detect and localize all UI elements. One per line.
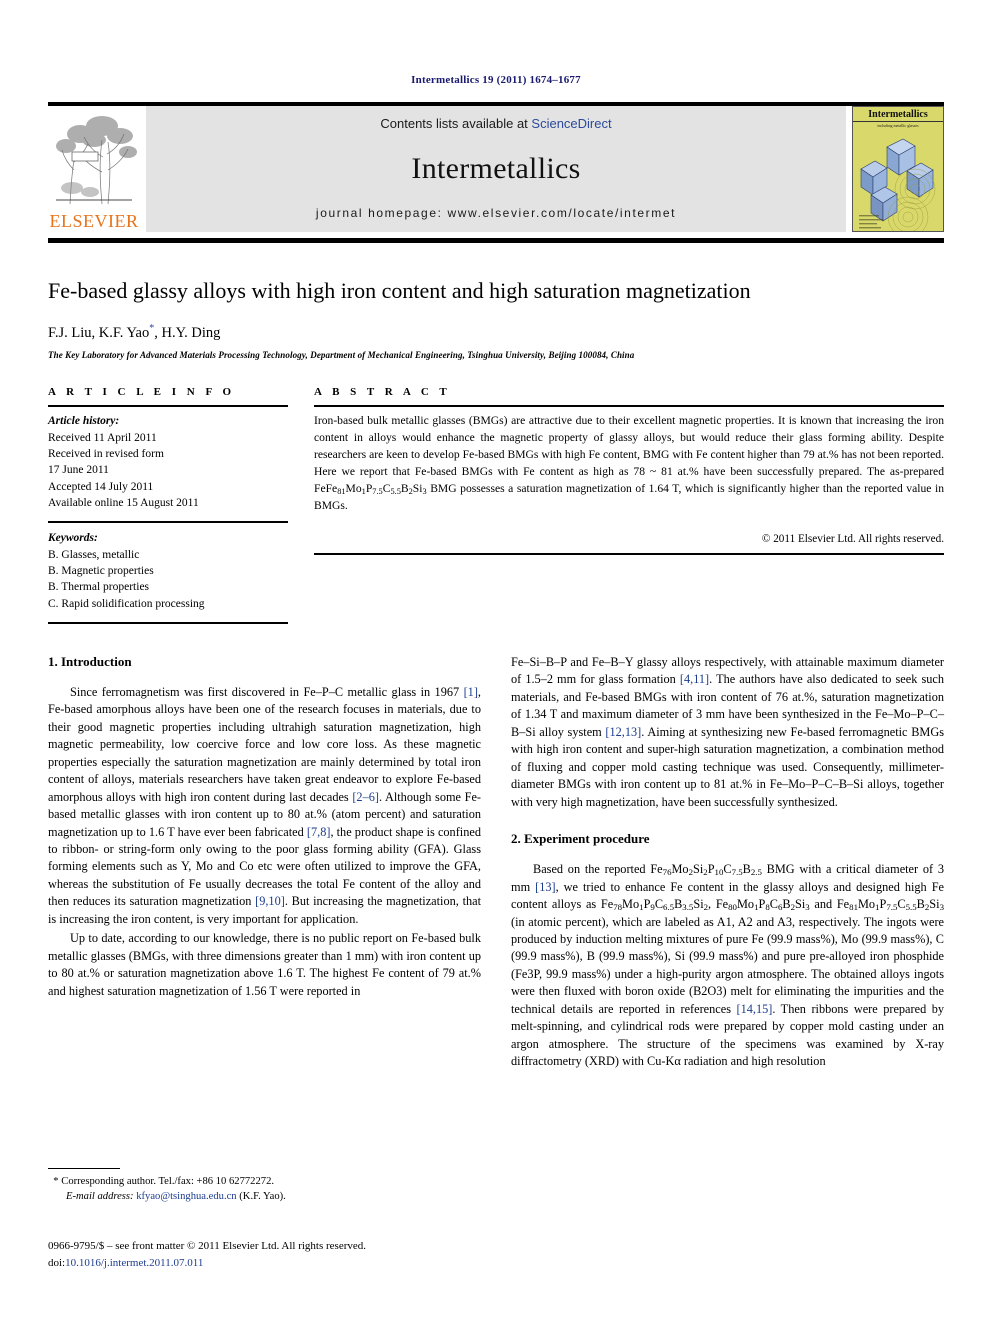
contents-available-line: Contents lists available at ScienceDirec… [380, 116, 611, 131]
affiliation: The Key Laboratory for Advanced Material… [48, 350, 635, 361]
citation-ref[interactable]: [7,8] [307, 825, 331, 839]
citation-ref[interactable]: [9,10] [255, 894, 285, 908]
citation-ref[interactable]: [12,13] [605, 725, 641, 739]
journal-band: Contents lists available at ScienceDirec… [146, 106, 846, 232]
page-title: Fe-based glassy alloys with high iron co… [48, 278, 751, 303]
formula-fe80: Fe80Mo1P8C6B2Si3 [715, 896, 810, 912]
footnote-rule [48, 1168, 120, 1169]
footnote-marker: * [53, 1176, 59, 1187]
journal-name: Intermetallics [411, 151, 581, 185]
cover-artwork [859, 138, 936, 231]
elsevier-logo: ELSEVIER [48, 106, 140, 232]
corresponding-text: Corresponding author. Tel./fax: +86 10 6… [61, 1176, 275, 1187]
text-run: , Fe-based amorphous alloys have been on… [48, 684, 481, 804]
text-run: and [809, 896, 837, 911]
email-owner: (K.F. Yao). [239, 1191, 286, 1203]
abstract-formula: Fe81Mo1P7.5C5.5B2Si3 [325, 482, 427, 496]
history-item: Available online 15 August 2011 [48, 496, 199, 509]
keywords-label: Keywords: [48, 532, 98, 545]
text-run: Based on the reported [533, 862, 651, 877]
corresponding-author-note: * Corresponding author. Tel./fax: +86 10… [48, 1174, 488, 1189]
formula-fe78: Fe78Mo1P9C6.5B3.5Si2 [600, 896, 709, 912]
history-item: Accepted 14 July 2011 [48, 480, 154, 493]
issn-doi-block: 0966-9795/$ – see front matter © 2011 El… [48, 1238, 508, 1271]
history-item: Received 11 April 2011 [48, 431, 157, 444]
issn-line: 0966-9795/$ – see front matter © 2011 El… [48, 1240, 367, 1252]
author-list: F.J. Liu, K.F. Yao*, H.Y. Ding [48, 323, 944, 342]
journal-masthead: ELSEVIER Contents lists available at Sci… [48, 102, 944, 232]
citation-ref[interactable]: [2–6] [352, 790, 379, 804]
abstract-heading: A B S T R A C T [314, 386, 451, 399]
citation-ref[interactable]: [4,11] [680, 672, 709, 686]
history-item: 17 June 2011 [48, 464, 109, 477]
keyword-item: B. Thermal properties [48, 581, 150, 594]
keyword-item: C. Rapid solidification processing [48, 597, 205, 610]
cover-subtitle: including metallic glasses [877, 123, 919, 128]
citation-ref[interactable]: [13] [535, 880, 556, 894]
intro-paragraph-2: Up to date, according to our knowledge, … [48, 931, 481, 998]
article-info-heading: A R T I C L E I N F O [48, 386, 236, 399]
paper-page: Intermetallics 19 (2011) 1674–1677 ELSEV… [0, 0, 992, 1323]
masthead-bottom-rule [48, 238, 944, 243]
history-item: Received in revised form [48, 447, 164, 460]
email-link[interactable]: kfyao@tsinghua.edu.cn [136, 1191, 236, 1202]
intro-paragraph-continued: Fe–Si–B–P and Fe–B–Y glassy alloys respe… [511, 654, 944, 811]
abstract-body-wrap: Iron-based bulk metallic glasses (BMGs) … [314, 405, 944, 555]
email-note: E-mail address: kfyao@tsinghua.edu.cn (K… [48, 1189, 488, 1204]
doi-link[interactable]: 10.1016/j.intermet.2011.07.011 [65, 1257, 203, 1269]
info-abstract-section: A R T I C L E I N F O Article history: R… [48, 386, 944, 624]
intro-paragraph-1: Since ferromagnetism was first discovere… [48, 684, 481, 928]
footnote-area: * Corresponding author. Tel./fax: +86 10… [48, 1168, 488, 1205]
elsevier-wordmark: ELSEVIER [49, 211, 139, 231]
abstract-text: Iron-based bulk metallic glasses (BMGs) … [314, 413, 944, 521]
citation-ref[interactable]: [1] [464, 685, 478, 699]
text-run: , [708, 896, 716, 911]
article-history-label: Article history: [48, 415, 120, 428]
copyright-line: © 2011 Elsevier Ltd. All rights reserved… [761, 532, 944, 545]
contents-prefix: Contents lists available at [380, 116, 532, 131]
body-columns: 1. Introduction Since ferromagnetism was… [48, 654, 944, 1073]
section-heading-experiment: 2. Experiment procedure [511, 831, 650, 847]
article-history-group: Article history: Received 11 April 2011 … [48, 405, 288, 524]
formula-fe76: Fe76Mo2Si2P10C7.5B2.5 [650, 862, 762, 877]
keyword-item: B. Magnetic properties [48, 564, 154, 577]
left-column: 1. Introduction Since ferromagnetism was… [48, 654, 481, 1073]
section-heading-introduction: 1. Introduction [48, 653, 132, 669]
doi-prefix: doi: [48, 1256, 66, 1269]
text-run: Since ferromagnetism was first discovere… [70, 684, 464, 699]
doi-line: doi:10.1016/j.intermet.2011.07.011 [48, 1255, 508, 1272]
text-run: (in atomic percent), which are labeled a… [511, 914, 944, 1016]
email-label: E-mail address: [66, 1191, 134, 1203]
keywords-group: Keywords: B. Glasses, metallic B. Magnet… [48, 523, 288, 624]
citation-ref[interactable]: [14,15] [736, 1002, 772, 1016]
authors-lead: F.J. Liu, K.F. Yao [48, 324, 150, 341]
authors-tail: , H.Y. Ding [154, 324, 221, 341]
title-block: Fe-based glassy alloys with high iron co… [48, 277, 944, 360]
journal-cover-thumbnail: Intermetallics including metallic glasse… [852, 106, 944, 232]
experiment-paragraph-1: Based on the reported Fe76Mo2Si2P10C7.5B… [511, 861, 944, 1071]
running-head: Intermetallics 19 (2011) 1674–1677 [411, 74, 581, 86]
formula-fe81: Fe81Mo1P7.5C5.5B2Si3 [836, 896, 944, 912]
abstract-column: A B S T R A C T Iron-based bulk metallic… [314, 386, 944, 624]
sciencedirect-link[interactable]: ScienceDirect [531, 116, 611, 131]
article-info-column: A R T I C L E I N F O Article history: R… [48, 386, 288, 624]
elsevier-tree-icon [52, 114, 137, 206]
keyword-item: B. Glasses, metallic [48, 548, 140, 561]
journal-homepage-line[interactable]: journal homepage: www.elsevier.com/locat… [316, 206, 676, 220]
right-column: Fe–Si–B–P and Fe–B–Y glassy alloys respe… [511, 654, 944, 1073]
cover-title: Intermetallics [853, 109, 943, 122]
